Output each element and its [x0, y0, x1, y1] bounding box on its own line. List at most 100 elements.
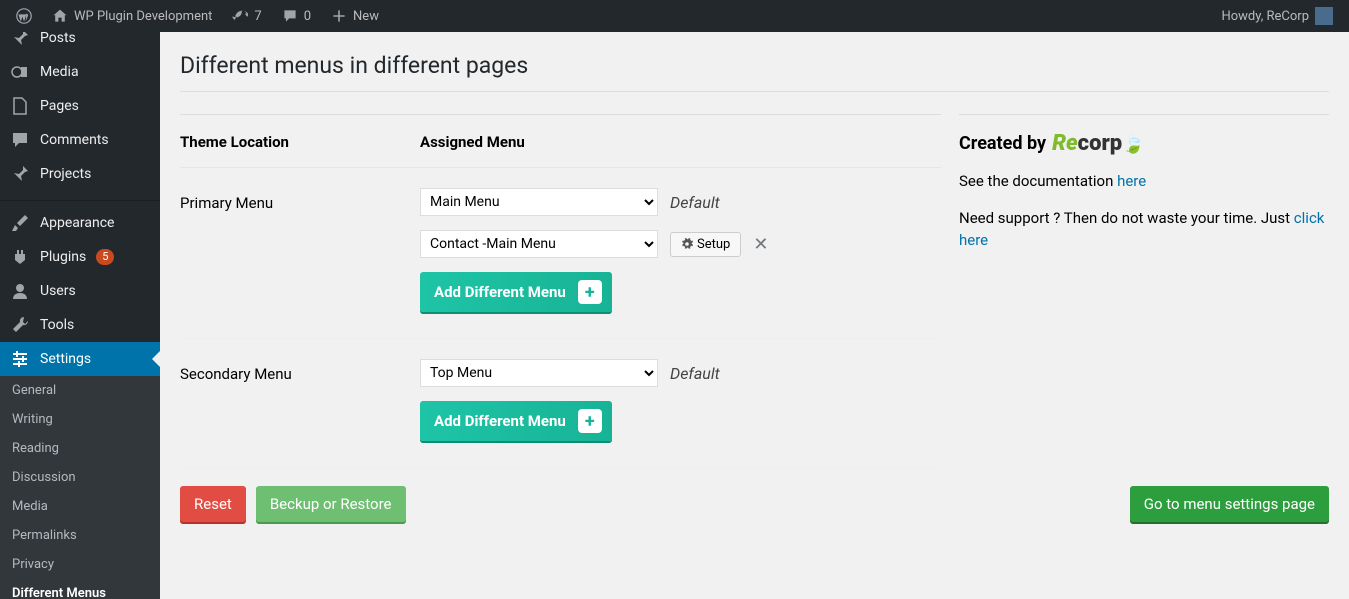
- add-btn-label: Add Different Menu: [434, 412, 566, 430]
- update-icon: [232, 8, 248, 24]
- menu-plugins-label: Plugins: [40, 249, 86, 265]
- add-btn-label: Add Different Menu: [434, 283, 566, 301]
- menu-settings[interactable]: Settings: [0, 342, 160, 376]
- sub-different-menus[interactable]: Different Menus: [0, 579, 160, 599]
- avatar: [1315, 7, 1333, 25]
- menu-pages[interactable]: Pages: [0, 89, 160, 123]
- add-different-menu-button[interactable]: Add Different Menu +: [420, 272, 612, 312]
- created-by-heading: Created by Recorp🍃: [959, 131, 1329, 156]
- doc-line: See the documentation here: [959, 170, 1329, 193]
- menu-media-label: Media: [40, 64, 79, 80]
- extra-menu-row: Contact -Main Menu Setup ✕: [420, 230, 941, 258]
- backup-restore-button[interactable]: Beckup or Restore: [256, 486, 406, 522]
- default-menu-row: Top Menu Default: [420, 359, 941, 387]
- sub-general[interactable]: General: [0, 376, 160, 405]
- main-layout: Theme Location Assigned Menu Primary Men…: [180, 114, 1329, 468]
- pages-icon: [10, 96, 30, 116]
- menu-posts[interactable]: Posts: [0, 32, 160, 55]
- plugin-icon: [10, 247, 30, 267]
- menu-tools-label: Tools: [40, 317, 74, 333]
- doc-link[interactable]: here: [1117, 172, 1146, 190]
- comments-count: 0: [304, 9, 311, 24]
- comment-icon: [282, 8, 298, 24]
- sub-privacy[interactable]: Privacy: [0, 550, 160, 579]
- th-theme-location: Theme Location: [180, 115, 420, 168]
- wrench-icon: [10, 315, 30, 335]
- created-by-label: Created by: [959, 133, 1046, 154]
- setup-button[interactable]: Setup: [670, 232, 741, 257]
- menu-users[interactable]: Users: [0, 274, 160, 308]
- sub-reading[interactable]: Reading: [0, 434, 160, 463]
- wp-logo[interactable]: [8, 0, 40, 32]
- page-title: Different menus in different pages: [180, 44, 1329, 92]
- new-label: New: [353, 9, 379, 24]
- plus-icon: [331, 8, 347, 24]
- sub-discussion[interactable]: Discussion: [0, 463, 160, 492]
- pin-icon: [10, 164, 30, 184]
- settings-submenu: General Writing Reading Discussion Media…: [0, 376, 160, 599]
- footer-actions: Reset Beckup or Restore Go to menu setti…: [180, 486, 1329, 522]
- settings-icon: [10, 349, 30, 369]
- menu-projects[interactable]: Projects: [0, 157, 160, 191]
- extra-menu-select[interactable]: Contact -Main Menu: [420, 230, 658, 258]
- support-line: Need support ? Then do not waste your ti…: [959, 207, 1329, 252]
- sub-writing[interactable]: Writing: [0, 405, 160, 434]
- locations-table: Theme Location Assigned Menu Primary Men…: [180, 115, 941, 468]
- plus-icon: +: [578, 280, 602, 304]
- pin-icon: [10, 32, 30, 48]
- location-row: Primary MenuMain Menu Default Contact -Mai…: [180, 168, 941, 339]
- location-name: Secondary Menu: [180, 339, 420, 468]
- remove-icon[interactable]: ✕: [753, 234, 768, 255]
- updates-count: 7: [254, 9, 261, 24]
- plugin-count-badge: 5: [96, 249, 114, 265]
- location-controls: Main Menu Default Contact -Main Menu Setup ✕…: [420, 168, 941, 339]
- page-wrap: Different menus in different pages Theme…: [160, 32, 1349, 599]
- howdy-text: Howdy, ReCorp: [1221, 9, 1309, 24]
- sub-media[interactable]: Media: [0, 492, 160, 521]
- plus-icon: +: [578, 409, 602, 433]
- location-name: Primary Menu: [180, 168, 420, 339]
- menu-appearance[interactable]: Appearance: [0, 206, 160, 240]
- sidebar-column: Created by Recorp🍃 See the documentation…: [959, 114, 1329, 468]
- comments-link[interactable]: 0: [274, 0, 319, 32]
- adminbar-left: WP Plugin Development 7 0 New: [8, 0, 387, 32]
- menu-comments-label: Comments: [40, 132, 109, 148]
- add-different-menu-button[interactable]: Add Different Menu +: [420, 401, 612, 441]
- updates-link[interactable]: 7: [224, 0, 269, 32]
- brush-icon: [10, 213, 30, 233]
- menu-posts-label: Posts: [40, 32, 76, 46]
- th-assigned-menu: Assigned Menu: [420, 115, 941, 168]
- footer-left: Reset Beckup or Restore: [180, 486, 406, 522]
- sub-permalinks[interactable]: Permalinks: [0, 521, 160, 550]
- reset-button[interactable]: Reset: [180, 486, 246, 522]
- location-row: Secondary MenuTop Menu Default Add Differe…: [180, 339, 941, 468]
- main-column: Theme Location Assigned Menu Primary Men…: [180, 114, 941, 468]
- howdy-link[interactable]: Howdy, ReCorp: [1213, 0, 1341, 32]
- menu-media[interactable]: Media: [0, 55, 160, 89]
- admin-menu: Posts Media Pages Comments Projects Appe…: [0, 32, 160, 599]
- brand-logo: Recorp🍃: [1052, 131, 1145, 156]
- default-menu-select[interactable]: Main Menu: [420, 188, 658, 216]
- new-link[interactable]: New: [323, 0, 387, 32]
- menu-pages-label: Pages: [40, 98, 79, 114]
- default-menu-select[interactable]: Top Menu: [420, 359, 658, 387]
- menu-tools[interactable]: Tools: [0, 308, 160, 342]
- comment-icon: [10, 130, 30, 150]
- site-name: WP Plugin Development: [74, 9, 212, 24]
- wp-admin-bar: WP Plugin Development 7 0 New Howdy, ReC…: [0, 0, 1349, 32]
- goto-menu-settings-button[interactable]: Go to menu settings page: [1130, 486, 1329, 522]
- home-icon: [52, 8, 68, 24]
- media-icon: [10, 62, 30, 82]
- menu-plugins[interactable]: Plugins 5: [0, 240, 160, 274]
- default-label: Default: [670, 193, 720, 212]
- adminbar-right: Howdy, ReCorp: [1213, 0, 1341, 32]
- menu-appearance-label: Appearance: [40, 215, 114, 231]
- default-label: Default: [670, 364, 720, 383]
- default-menu-row: Main Menu Default: [420, 188, 941, 216]
- doc-pre: See the documentation: [959, 172, 1117, 190]
- site-home-link[interactable]: WP Plugin Development: [44, 0, 220, 32]
- gear-icon: [681, 238, 693, 250]
- menu-comments[interactable]: Comments: [0, 123, 160, 157]
- menu-separator: [0, 196, 160, 201]
- menu-users-label: Users: [40, 283, 76, 299]
